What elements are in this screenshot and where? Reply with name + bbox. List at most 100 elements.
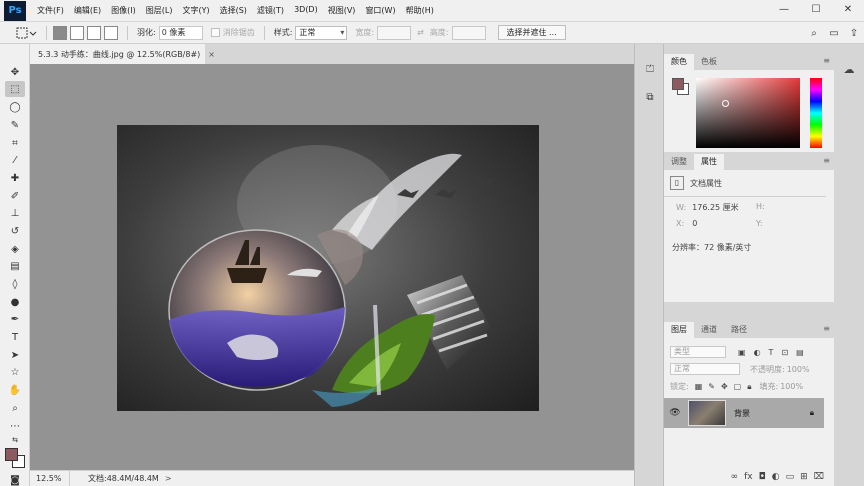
antialias-checkbox[interactable]: [210, 28, 220, 37]
menu-view[interactable]: 视图(V): [323, 5, 361, 16]
width-input[interactable]: [377, 25, 412, 40]
lock-artboard-icon[interactable]: ▢: [734, 382, 742, 391]
libraries-icon[interactable]: ☁: [840, 60, 858, 78]
visibility-eye-icon[interactable]: 👁︎: [664, 408, 686, 418]
lock-position-icon[interactable]: ✥: [721, 382, 728, 391]
zoom-tool-icon[interactable]: ⌕: [5, 400, 25, 416]
crop-tool-icon[interactable]: ⌗: [5, 135, 25, 151]
color-fg-swatch[interactable]: [672, 78, 684, 90]
eraser-tool-icon[interactable]: ◈: [5, 241, 25, 257]
layer-row[interactable]: 👁︎ 背景 🔒︎: [664, 398, 824, 428]
select-and-mask-button[interactable]: 选择并遮住 ...: [497, 25, 566, 40]
quick-select-tool-icon[interactable]: ✎: [5, 117, 25, 133]
lock-transparent-icon[interactable]: ▦: [695, 382, 703, 391]
path-select-tool-icon[interactable]: ➤: [5, 347, 25, 363]
menu-type[interactable]: 文字(Y): [177, 5, 214, 16]
gradient-tool-icon[interactable]: ▤: [5, 258, 25, 274]
minimize-button[interactable]: —: [768, 0, 800, 18]
panel-menu-icon[interactable]: ≡: [823, 56, 830, 65]
link-icon[interactable]: ∞: [731, 472, 739, 482]
fill-value[interactable]: 100%: [780, 382, 803, 391]
filter-shape-icon[interactable]: ⊡: [781, 348, 788, 357]
adjustment-icon[interactable]: ◐: [772, 472, 780, 482]
share-icon[interactable]: ⇪: [844, 24, 864, 42]
lock-row: 锁定: ▦ ✎ ✥ ▢ 🔒︎ 填充: 100%: [670, 381, 803, 392]
menu-layer[interactable]: 图层(L): [141, 5, 178, 16]
canvas-area[interactable]: [30, 64, 634, 470]
opacity-value[interactable]: 100%: [787, 365, 810, 374]
new-layer-icon[interactable]: ⊞: [800, 472, 808, 482]
eyedropper-tool-icon[interactable]: ⁄: [5, 152, 25, 168]
quick-mask-icon[interactable]: ◙: [5, 472, 25, 486]
tab-adjustments[interactable]: 调整: [664, 154, 694, 170]
trash-icon[interactable]: ⌧: [814, 472, 824, 482]
new-selection-mode-icon[interactable]: [53, 25, 67, 40]
document-image[interactable]: [117, 125, 539, 411]
add-selection-mode-icon[interactable]: [70, 25, 84, 40]
fx-icon[interactable]: fx: [744, 472, 753, 482]
swap-colors-icon[interactable]: ⇆: [5, 432, 25, 448]
pen-tool-icon[interactable]: ✒: [5, 311, 25, 327]
maximize-button[interactable]: ☐: [800, 0, 832, 18]
intersect-selection-mode-icon[interactable]: [104, 25, 118, 40]
swap-icon[interactable]: ⇄: [417, 28, 424, 37]
menu-edit[interactable]: 编辑(E): [69, 5, 106, 16]
layer-kind-filter[interactable]: 类型: [670, 346, 726, 358]
workspace-icon[interactable]: ▭: [824, 24, 844, 42]
layer-name[interactable]: 背景: [734, 408, 750, 419]
document-tab[interactable]: 5.3.3 动手练：曲线.jpg @ 12.5%(RGB/8#) ×: [30, 44, 215, 64]
filter-pixel-icon[interactable]: ▣: [738, 348, 746, 357]
menu-help[interactable]: 帮助(H): [401, 5, 439, 16]
hue-slider[interactable]: [810, 78, 822, 148]
tab-swatches[interactable]: 色板: [694, 54, 724, 70]
panel-menu-icon[interactable]: ≡: [823, 324, 830, 333]
search-icon[interactable]: ⌕: [804, 24, 824, 42]
blend-mode-select[interactable]: 正常: [670, 363, 740, 375]
history-panel-icon[interactable]: ⏍: [641, 60, 659, 78]
menu-filter[interactable]: 滤镜(T): [252, 5, 289, 16]
properties-panel-icon[interactable]: ⧉: [641, 88, 659, 106]
marquee-preset-icon: [16, 27, 37, 38]
close-window-button[interactable]: ✕: [832, 0, 864, 18]
menu-file[interactable]: 文件(F): [32, 5, 69, 16]
healing-brush-tool-icon[interactable]: ✚: [5, 170, 25, 186]
hand-tool-icon[interactable]: ✋: [5, 382, 25, 398]
lasso-tool-icon[interactable]: ◯: [5, 99, 25, 115]
clone-stamp-tool-icon[interactable]: ⊥: [5, 205, 25, 221]
height-input[interactable]: [451, 25, 486, 40]
brush-tool-icon[interactable]: ✐: [5, 188, 25, 204]
menu-select[interactable]: 选择(S): [215, 5, 252, 16]
shape-tool-icon[interactable]: ☆: [5, 364, 25, 380]
subtract-selection-mode-icon[interactable]: [87, 25, 101, 40]
feather-input[interactable]: 0 像素: [158, 25, 203, 40]
rect-marquee-tool-icon[interactable]: ⬚: [5, 81, 25, 97]
zoom-level[interactable]: 12.5%: [30, 470, 70, 486]
menu-window[interactable]: 窗口(W): [360, 5, 400, 16]
lock-all-icon[interactable]: 🔒︎: [747, 382, 751, 392]
dodge-tool-icon[interactable]: ●: [5, 294, 25, 310]
style-select[interactable]: 正常: [295, 25, 348, 40]
blur-tool-icon[interactable]: ◊: [5, 276, 25, 292]
panel-menu-icon[interactable]: ≡: [823, 156, 830, 165]
history-brush-tool-icon[interactable]: ↺: [5, 223, 25, 239]
foreground-color-swatch[interactable]: [5, 448, 18, 461]
tab-channels[interactable]: 通道: [694, 322, 724, 338]
move-tool-icon[interactable]: ✥: [5, 64, 25, 80]
filter-adjust-icon[interactable]: ◐: [754, 348, 761, 357]
menu-3d[interactable]: 3D(D): [289, 5, 323, 16]
tab-color[interactable]: 颜色: [664, 54, 694, 70]
tab-layers[interactable]: 图层: [664, 322, 694, 338]
type-tool-icon[interactable]: T: [5, 329, 25, 345]
tab-properties[interactable]: 属性: [694, 154, 724, 170]
color-field[interactable]: [696, 78, 800, 148]
lock-pixels-icon[interactable]: ✎: [708, 382, 715, 391]
status-menu-arrow[interactable]: >: [165, 474, 172, 483]
menu-image[interactable]: 图像(I): [106, 5, 141, 16]
close-tab-icon[interactable]: ×: [208, 50, 215, 59]
filter-smart-icon[interactable]: ▤: [796, 348, 804, 357]
filter-type-icon[interactable]: T: [769, 348, 774, 357]
tab-paths[interactable]: 路径: [724, 322, 754, 338]
tool-preset-picker[interactable]: [12, 24, 40, 42]
group-icon[interactable]: ▭: [786, 472, 795, 482]
mask-icon[interactable]: ◘: [759, 472, 766, 482]
